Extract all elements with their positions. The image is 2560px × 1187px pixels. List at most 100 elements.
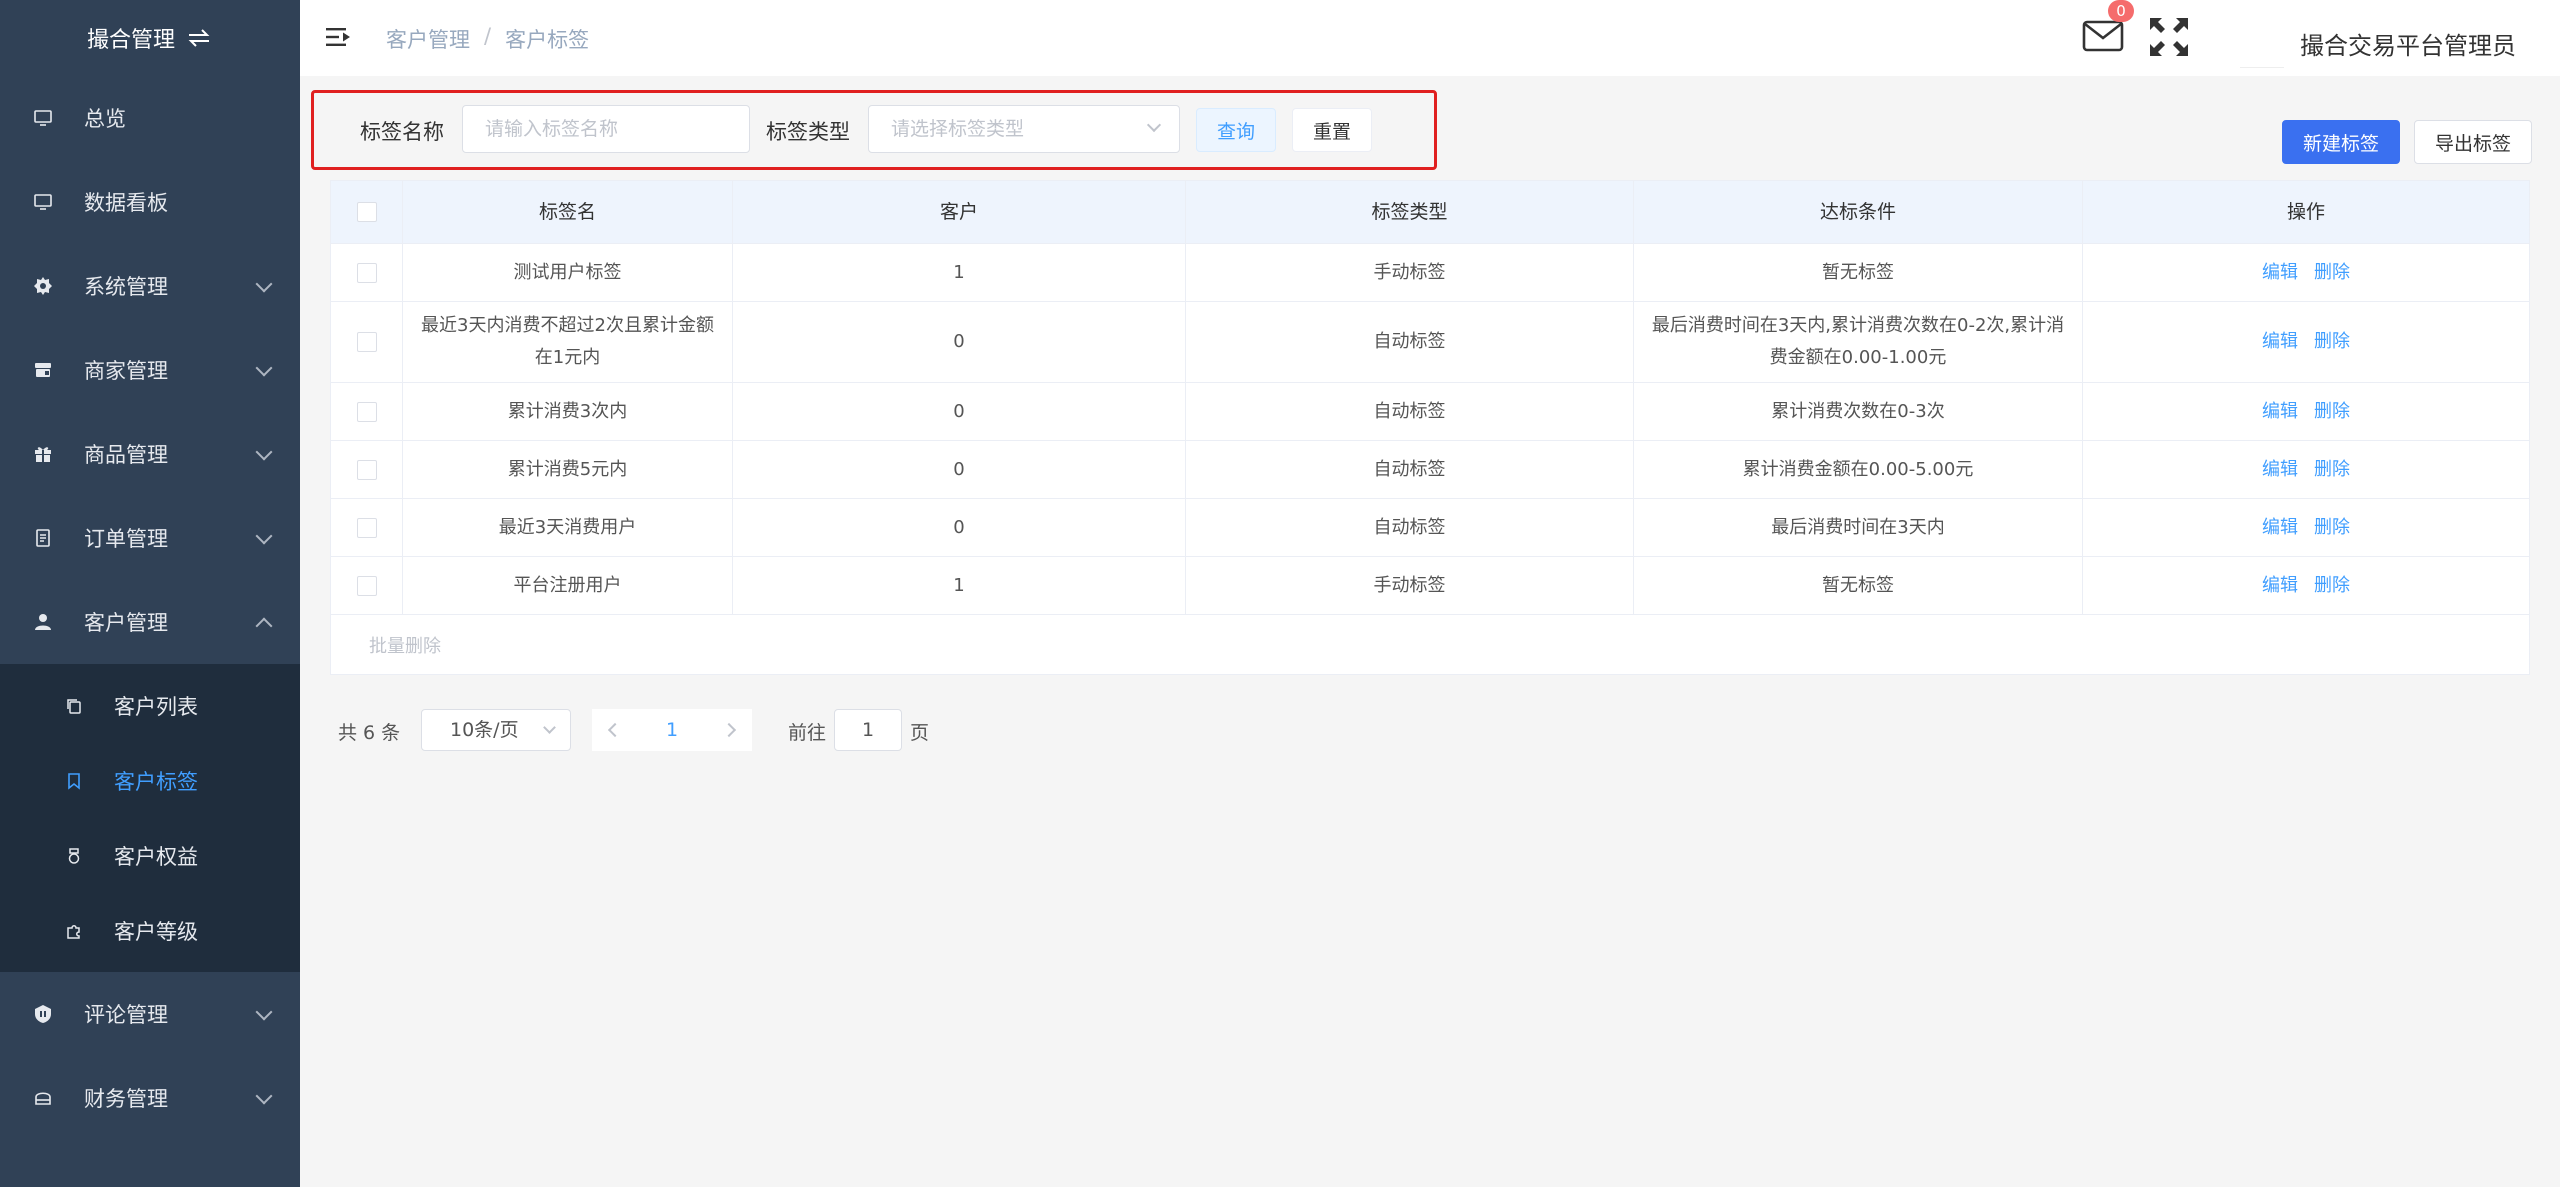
chevron-down-icon [255, 1087, 273, 1105]
sidebar-subitem-customer-list[interactable]: 客户列表 [0, 668, 300, 743]
condition-cell: 最后消费时间在3天内 [1634, 499, 2083, 556]
select-all-cell [331, 181, 403, 243]
condition-cell: 累计消费次数在0-3次 [1634, 383, 2083, 440]
breadcrumb-separator: / [484, 24, 492, 48]
page-number-current[interactable]: 1 [666, 719, 678, 741]
customer-count-cell: 0 [733, 383, 1186, 440]
breadcrumb-item: 客户标签 [505, 28, 590, 52]
row-checkbox[interactable] [356, 517, 377, 538]
prev-page-icon[interactable] [607, 722, 623, 738]
tag-type-label: 标签类型 [766, 120, 850, 144]
tag-name-input[interactable]: 请输入标签名称 [462, 105, 750, 153]
column-header: 达标条件 [1634, 181, 2083, 243]
sidebar-item-dashboard[interactable]: 数据看板 [0, 160, 300, 244]
delete-link[interactable]: 删除 [2314, 396, 2350, 428]
table-header: 标签名 客户 标签类型 达标条件 操作 [331, 181, 2529, 243]
hamburger-icon[interactable] [326, 26, 350, 48]
sidebar-item-reviews[interactable]: 评论管理 [0, 972, 300, 1056]
monitor-icon [32, 107, 54, 129]
page-suffix: 页 [910, 722, 930, 744]
tags-table: 标签名 客户 标签类型 达标条件 操作 测试用户标签 1 手动标签 暂无标签 编… [330, 180, 2530, 675]
customer-count-cell: 0 [733, 499, 1186, 556]
actions-cell: 编辑 删除 [2083, 302, 2529, 382]
table-row: 累计消费5元内 0 自动标签 累计消费金额在0.00-5.00元 编辑 删除 [331, 440, 2529, 498]
sidebar-item-overview[interactable]: 总览 [0, 76, 300, 160]
delete-link[interactable]: 删除 [2314, 512, 2350, 544]
row-checkbox[interactable] [356, 262, 377, 283]
tag-type-cell: 自动标签 [1186, 441, 1634, 498]
sidebar-item-merchant[interactable]: 商家管理 [0, 328, 300, 412]
select-all-checkbox[interactable] [356, 202, 377, 222]
chevron-down-icon [255, 359, 273, 377]
batch-delete-button[interactable]: 批量删除 [369, 632, 441, 658]
actions-cell: 编辑 删除 [2083, 244, 2529, 301]
table-row: 最近3天内消费不超过2次且累计金额在1元内 0 自动标签 最后消费时间在3天内,… [331, 301, 2529, 382]
tag-type-cell: 手动标签 [1186, 557, 1634, 614]
sidebar-item-label: 数据看板 [84, 191, 168, 215]
chevron-down-icon [255, 527, 273, 545]
bookmark-icon [64, 771, 84, 791]
tag-name-cell: 最近3天内消费不超过2次且累计金额在1元内 [403, 302, 733, 382]
wallet-icon [32, 1087, 54, 1109]
sidebar-item-finance[interactable]: 财务管理 [0, 1056, 300, 1140]
edit-link[interactable]: 编辑 [2262, 326, 2298, 358]
column-header: 标签类型 [1186, 181, 1634, 243]
row-check-cell [331, 302, 403, 382]
next-page-icon[interactable] [721, 722, 737, 738]
tag-name-label: 标签名称 [360, 120, 444, 144]
actions-cell: 编辑 删除 [2083, 441, 2529, 498]
pagination-total: 共 6 条 [338, 722, 401, 744]
row-checkbox[interactable] [356, 401, 377, 422]
row-checkbox[interactable] [356, 575, 377, 596]
customer-count-cell: 0 [733, 441, 1186, 498]
table-row: 平台注册用户 1 手动标签 暂无标签 编辑 删除 [331, 556, 2529, 614]
row-checkbox[interactable] [356, 459, 377, 480]
export-tags-button[interactable]: 导出标签 [2414, 120, 2532, 164]
sidebar: 撮合管理 总览 数据看板 系统管理 商家管理 商品管理 订单管理 客户管理 客户… [0, 0, 300, 1187]
delete-link[interactable]: 删除 [2314, 257, 2350, 289]
username[interactable]: 撮合交易平台管理员 [2300, 26, 2516, 61]
edit-link[interactable]: 编辑 [2262, 396, 2298, 428]
sidebar-item-label: 商家管理 [84, 359, 168, 383]
actions-cell: 编辑 删除 [2083, 499, 2529, 556]
mail-icon[interactable] [2082, 18, 2124, 54]
delete-link[interactable]: 删除 [2314, 454, 2350, 486]
reset-button[interactable]: 重置 [1292, 108, 1372, 152]
edit-link[interactable]: 编辑 [2262, 257, 2298, 289]
gear-icon [32, 275, 54, 297]
edit-link[interactable]: 编辑 [2262, 570, 2298, 602]
condition-cell: 累计消费金额在0.00-5.00元 [1634, 441, 2083, 498]
page-size-value: 10条/页 [450, 719, 519, 741]
sidebar-subitem-customer-benefits[interactable]: 客户权益 [0, 818, 300, 893]
sidebar-subitem-customer-levels[interactable]: 客户等级 [0, 893, 300, 968]
new-tag-button[interactable]: 新建标签 [2282, 120, 2400, 164]
fullscreen-icon[interactable] [2148, 16, 2190, 58]
tag-type-select[interactable]: 请选择标签类型 [868, 105, 1180, 153]
sidebar-item-orders[interactable]: 订单管理 [0, 496, 300, 580]
copy-icon [64, 696, 84, 716]
delete-link[interactable]: 删除 [2314, 326, 2350, 358]
store-icon [32, 359, 54, 381]
edit-link[interactable]: 编辑 [2262, 512, 2298, 544]
row-checkbox[interactable] [356, 332, 377, 352]
query-button[interactable]: 查询 [1196, 108, 1276, 152]
actions-cell: 编辑 删除 [2083, 557, 2529, 614]
sidebar-item-products[interactable]: 商品管理 [0, 412, 300, 496]
sidebar-item-label: 客户管理 [84, 611, 168, 635]
avatar[interactable] [2240, 12, 2284, 68]
delete-link[interactable]: 删除 [2314, 570, 2350, 602]
sidebar-item-customers[interactable]: 客户管理 [0, 580, 300, 664]
sidebar-subitem-customer-tags[interactable]: 客户标签 [0, 743, 300, 818]
goto-page-input[interactable]: 1 [834, 709, 902, 751]
tag-name-cell: 测试用户标签 [403, 244, 733, 301]
chevron-down-icon [543, 721, 556, 734]
switch-icon[interactable] [185, 27, 213, 49]
edit-link[interactable]: 编辑 [2262, 454, 2298, 486]
brand: 撮合管理 [0, 0, 300, 76]
sidebar-item-label: 总览 [84, 107, 126, 131]
sidebar-item-system[interactable]: 系统管理 [0, 244, 300, 328]
tag-type-cell: 自动标签 [1186, 383, 1634, 440]
breadcrumb-item[interactable]: 客户管理 [386, 24, 470, 54]
sidebar-item-label: 财务管理 [84, 1087, 168, 1111]
page-size-select[interactable]: 10条/页 [421, 709, 571, 751]
